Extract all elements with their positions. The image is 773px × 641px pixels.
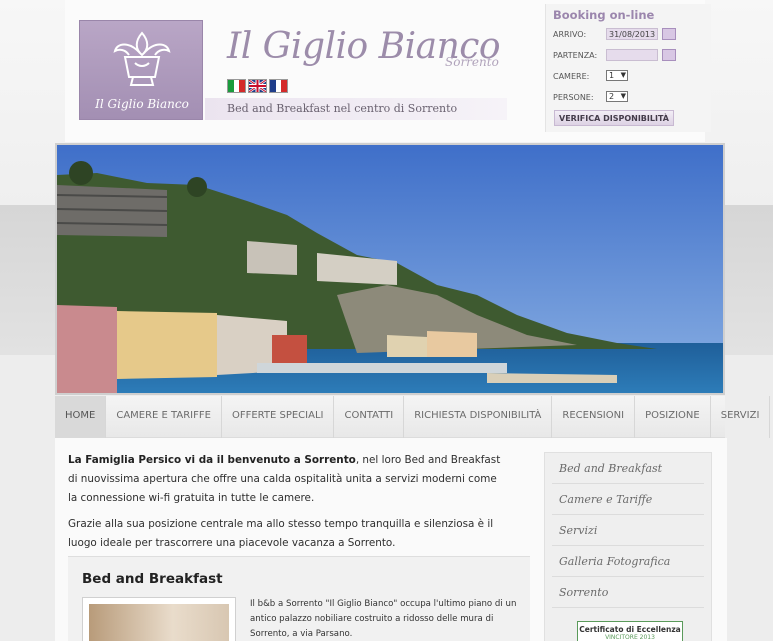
booking-title: Booking on-line	[553, 8, 655, 22]
intro-paragraph: La Famiglia Persico vi da il benvenuto a…	[68, 451, 508, 508]
hero-image	[55, 143, 725, 395]
bed-and-breakfast-section: Bed and Breakfast Il b&b a Sorrento "Il …	[68, 556, 530, 641]
calendar-icon[interactable]	[662, 28, 676, 40]
logo-text: Il Giglio Bianco	[95, 97, 189, 111]
section-text: Il b&b a Sorrento "Il Giglio Bianco" occ…	[250, 599, 517, 639]
sidebar-item-sorrento[interactable]: Sorrento	[552, 577, 704, 608]
flag-uk-icon[interactable]	[248, 79, 267, 93]
nav-offerte-speciali[interactable]: OFFERTE SPECIALI	[222, 396, 335, 438]
persone-select[interactable]: 2 ▼	[606, 91, 628, 102]
certificate-subtitle: VINCITORE 2013	[605, 634, 655, 641]
nav-posizione[interactable]: POSIZIONE	[635, 396, 711, 438]
persone-label: PERSONE:	[553, 93, 594, 102]
section-title: Bed and Breakfast	[82, 571, 223, 587]
chevron-down-icon: ▼	[620, 92, 626, 100]
calendar-icon[interactable]	[662, 49, 676, 61]
main-nav: HOME CAMERE E TARIFFE OFFERTE SPECIALI C…	[55, 396, 771, 438]
flag-italy-icon[interactable]	[227, 79, 246, 93]
room-photo[interactable]	[82, 597, 236, 641]
nav-home[interactable]: HOME	[55, 396, 107, 438]
language-selector	[227, 79, 288, 93]
camere-select[interactable]: 1 ▼	[606, 70, 628, 81]
site-header: Il Giglio Bianco Il Giglio Bianco Sorren…	[65, 0, 711, 142]
tagline: Bed and Breakfast nel centro di Sorrento	[205, 98, 507, 120]
persone-value: 2	[609, 92, 615, 101]
nav-camere-tariffe[interactable]: CAMERE E TARIFFE	[106, 396, 222, 438]
sidebar-menu: Bed and Breakfast Camere e Tariffe Servi…	[544, 452, 712, 641]
intro-bold: La Famiglia Persico vi da il benvenuto a…	[68, 454, 356, 466]
partenza-label: PARTENZA:	[553, 51, 598, 60]
camere-label: CAMERE:	[553, 72, 590, 81]
intro-text: La Famiglia Persico vi da il benvenuto a…	[68, 451, 508, 553]
sidebar-item-galleria[interactable]: Galleria Fotografica	[552, 546, 704, 577]
certificate-title: Certificato di Eccellenza	[579, 625, 681, 634]
arrivo-field[interactable]: 31/08/2013	[606, 28, 658, 40]
arrivo-label: ARRIVO:	[553, 30, 587, 39]
partenza-field[interactable]	[606, 49, 658, 61]
nav-contatti[interactable]: CONTATTI	[334, 396, 405, 438]
nav-recensioni[interactable]: RECENSIONI	[552, 396, 636, 438]
certificate-badge[interactable]: Certificato di Eccellenza VINCITORE 2013	[577, 621, 683, 641]
booking-widget: Booking on-line ARRIVO: 31/08/2013 PARTE…	[545, 4, 711, 132]
nav-richiesta-disponibilita[interactable]: RICHIESTA DISPONIBILITÀ	[404, 396, 553, 438]
page-container: Il Giglio Bianco Il Giglio Bianco Sorren…	[55, 0, 771, 641]
site-subtitle: Sorrento	[445, 55, 499, 69]
camere-value: 1	[609, 71, 615, 80]
sidebar-item-servizi[interactable]: Servizi	[552, 515, 704, 546]
intro-paragraph-2: Grazie alla sua posizione centrale ma al…	[68, 518, 494, 549]
logo[interactable]: Il Giglio Bianco	[79, 20, 203, 120]
nav-servizi[interactable]: SERVIZI	[711, 396, 771, 438]
main-content: La Famiglia Persico vi da il benvenuto a…	[55, 438, 727, 641]
check-availability-button[interactable]: VERIFICA DISPONIBILITÀ	[554, 110, 674, 126]
sidebar-item-camere-tariffe[interactable]: Camere e Tariffe	[552, 484, 704, 515]
sidebar-item-bed-and-breakfast[interactable]: Bed and Breakfast	[552, 453, 704, 484]
chevron-down-icon: ▼	[620, 71, 626, 79]
flag-france-icon[interactable]	[269, 79, 288, 93]
lily-logo-icon	[113, 31, 171, 86]
